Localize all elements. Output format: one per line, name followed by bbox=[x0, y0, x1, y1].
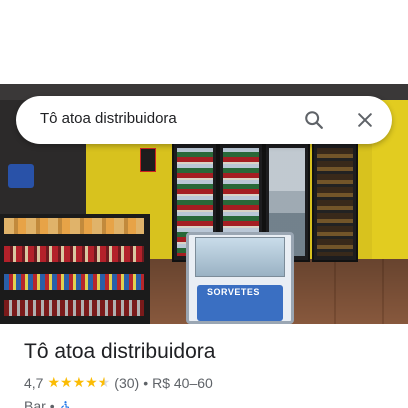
photo-freezer-brand: SORVETES bbox=[207, 287, 260, 297]
search-icon bbox=[305, 111, 323, 129]
category-row: Bar • bbox=[24, 398, 72, 408]
photo-freezer-glass bbox=[195, 237, 285, 277]
star-icon: ★ bbox=[47, 375, 61, 391]
star-half-icon: ★ bbox=[97, 375, 111, 391]
search-input[interactable]: Tô atoa distribuidora bbox=[40, 110, 177, 127]
photo-shelf-row bbox=[4, 300, 144, 316]
photo-basket bbox=[8, 164, 34, 188]
separator-dot: • bbox=[143, 375, 149, 391]
star-icon: ★ bbox=[72, 375, 86, 391]
close-button[interactable] bbox=[351, 106, 379, 134]
photo-wall-sign bbox=[140, 148, 156, 172]
wheelchair-accessible-icon bbox=[60, 400, 70, 408]
place-category: Bar bbox=[24, 398, 46, 408]
close-icon bbox=[358, 113, 372, 127]
review-count[interactable]: (30) bbox=[114, 375, 139, 391]
place-title: Tô atoa distribuidora bbox=[24, 340, 216, 363]
rating-row[interactable]: 4,7 ★ ★ ★ ★ ★ (30) • R$ 40–60 bbox=[24, 375, 213, 391]
star-icon: ★ bbox=[85, 375, 98, 391]
star-icon: ★ bbox=[60, 375, 73, 391]
photo-fridge-4 bbox=[312, 142, 358, 262]
search-bar[interactable]: Tô atoa distribuidora bbox=[16, 96, 392, 144]
photo-shelf-row bbox=[4, 218, 144, 234]
photo-shelf bbox=[0, 214, 150, 324]
separator-dot: • bbox=[49, 398, 55, 408]
rating-value: 4,7 bbox=[24, 375, 44, 391]
photo-freezer: SORVETES bbox=[186, 232, 294, 324]
star-rating: ★ ★ ★ ★ ★ bbox=[47, 376, 110, 390]
price-range: R$ 40–60 bbox=[152, 375, 213, 391]
photo-shelf-row bbox=[4, 274, 144, 290]
photo-shelf-row bbox=[4, 246, 144, 262]
search-button[interactable] bbox=[300, 106, 328, 134]
